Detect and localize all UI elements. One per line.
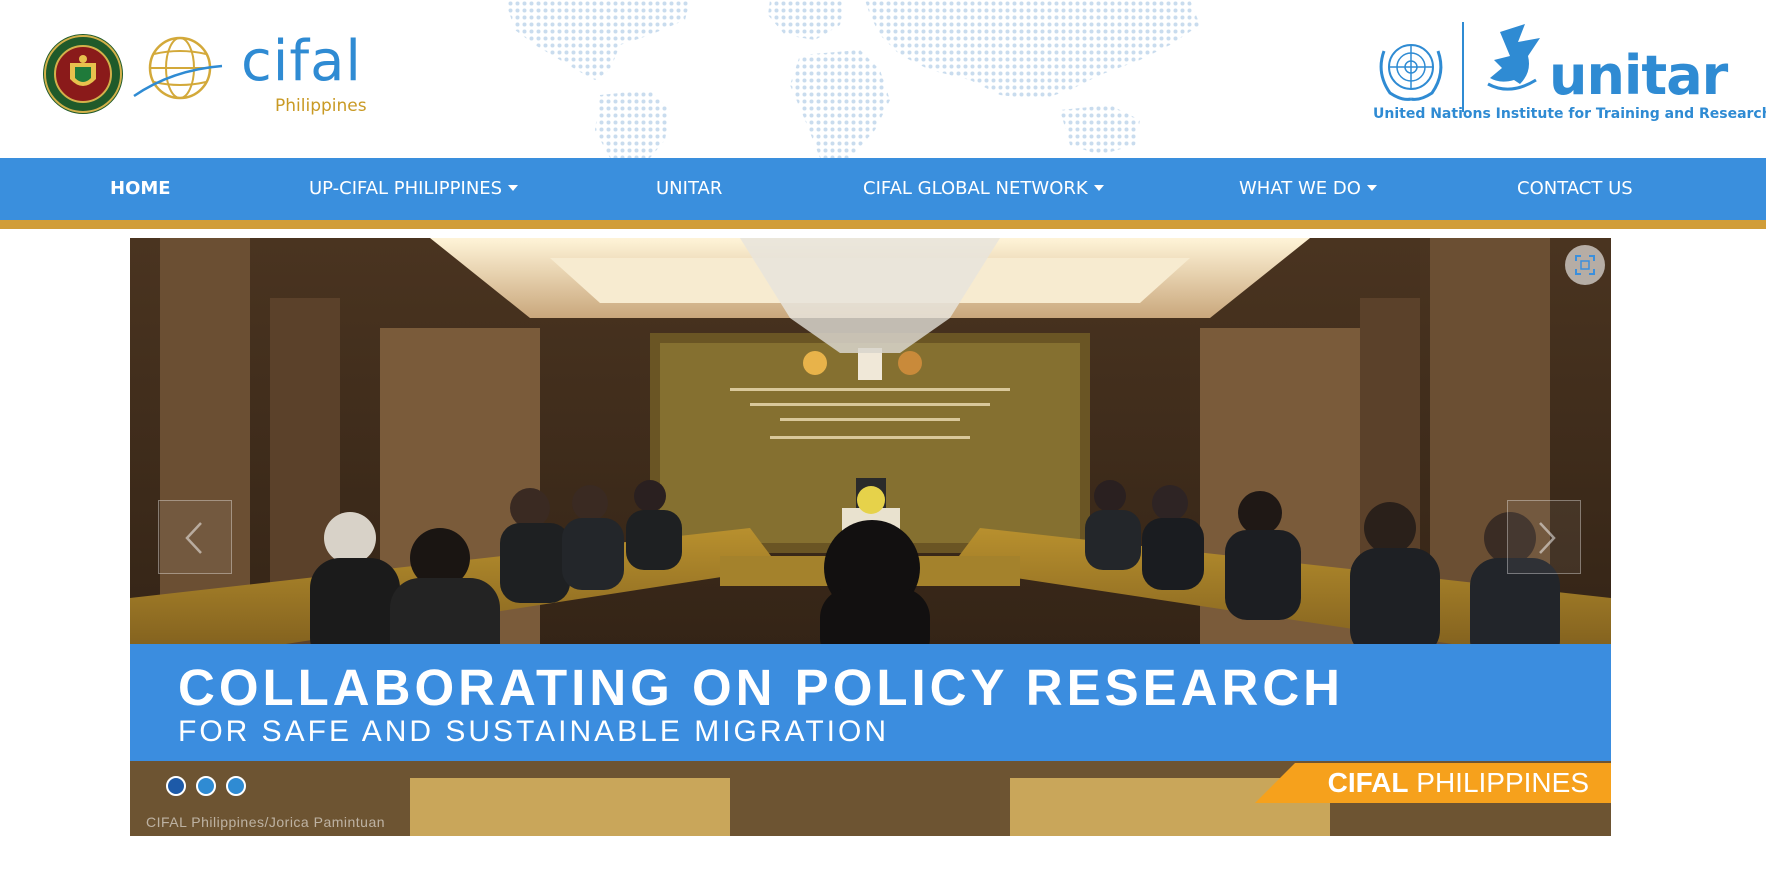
site-header: cifal Philippines unitar United Nations … [0,0,1766,158]
slide-caption-subtitle: FOR SAFE AND SUSTAINABLE MIGRATION [178,715,889,748]
chevron-right-icon [1539,522,1556,554]
un-emblem-logo [1379,44,1443,101]
photo-credit: CIFAL Philippines/Jorica Pamintuan [146,814,386,830]
dropdown-caret-icon [508,185,519,191]
cifal-logo-subtext: Philippines [275,96,367,116]
fullscreen-icon [1575,255,1595,275]
up-seal-logo [43,34,123,114]
chevron-left-icon [185,522,202,554]
dropdown-caret-icon [1366,185,1377,191]
badge-text-rest: PHILIPPINES [1408,767,1589,798]
nav-up-cifal-philippines[interactable]: UP-CIFAL PHILIPPINES [309,158,519,220]
nav-unitar-label: UNITAR [656,178,723,199]
nav-unitar[interactable]: UNITAR [656,158,722,220]
nav-home[interactable]: HOME [110,158,171,220]
nav-up-cifal-philippines-label: UP-CIFAL PHILIPPINES [309,178,503,199]
nav-what-we-do-label: WHAT WE DO [1239,178,1361,199]
nav-cifal-global-network[interactable]: CIFAL GLOBAL NETWORK [863,158,1104,220]
nav-contact-us[interactable]: CONTACT US [1517,158,1633,220]
carousel-indicator-1[interactable] [166,776,186,796]
nav-contact-us-label: CONTACT US [1517,178,1633,199]
carousel-next-button[interactable] [1507,500,1581,574]
carousel-indicator-3[interactable] [226,776,246,796]
hero-carousel[interactable]: COLLABORATING ON POLICY RESEARCH FOR SAF… [130,238,1611,836]
unitar-bird-logo [1487,24,1540,91]
badge-text: CIFAL PHILIPPINES [1327,767,1589,799]
nav-what-we-do[interactable]: WHAT WE DO [1239,158,1377,220]
unitar-logo-text: unitar [1549,44,1728,107]
cifal-logo-text: cifal [241,29,362,94]
main-navbar: HOME UP-CIFAL PHILIPPINES UNITAR CIFAL G… [0,158,1766,229]
carousel-prev-button[interactable] [158,500,232,574]
cifal-globe-logo [133,36,223,100]
logo-divider [1462,22,1464,112]
nav-cifal-global-network-label: CIFAL GLOBAL NETWORK [863,178,1088,199]
world-map-background [505,0,1200,158]
slide-caption: COLLABORATING ON POLICY RESEARCH FOR SAF… [130,644,1611,761]
unitar-tagline: United Nations Institute for Training an… [1373,106,1766,122]
cifal-philippines-badge: CIFAL PHILIPPINES [1255,763,1611,803]
nav-home-label: HOME [110,178,171,199]
slide-caption-title: COLLABORATING ON POLICY RESEARCH [178,659,1344,716]
dropdown-caret-icon [1093,185,1104,191]
fullscreen-button[interactable] [1565,245,1605,285]
carousel-indicator-2[interactable] [196,776,216,796]
badge-text-bold: CIFAL [1327,767,1409,798]
